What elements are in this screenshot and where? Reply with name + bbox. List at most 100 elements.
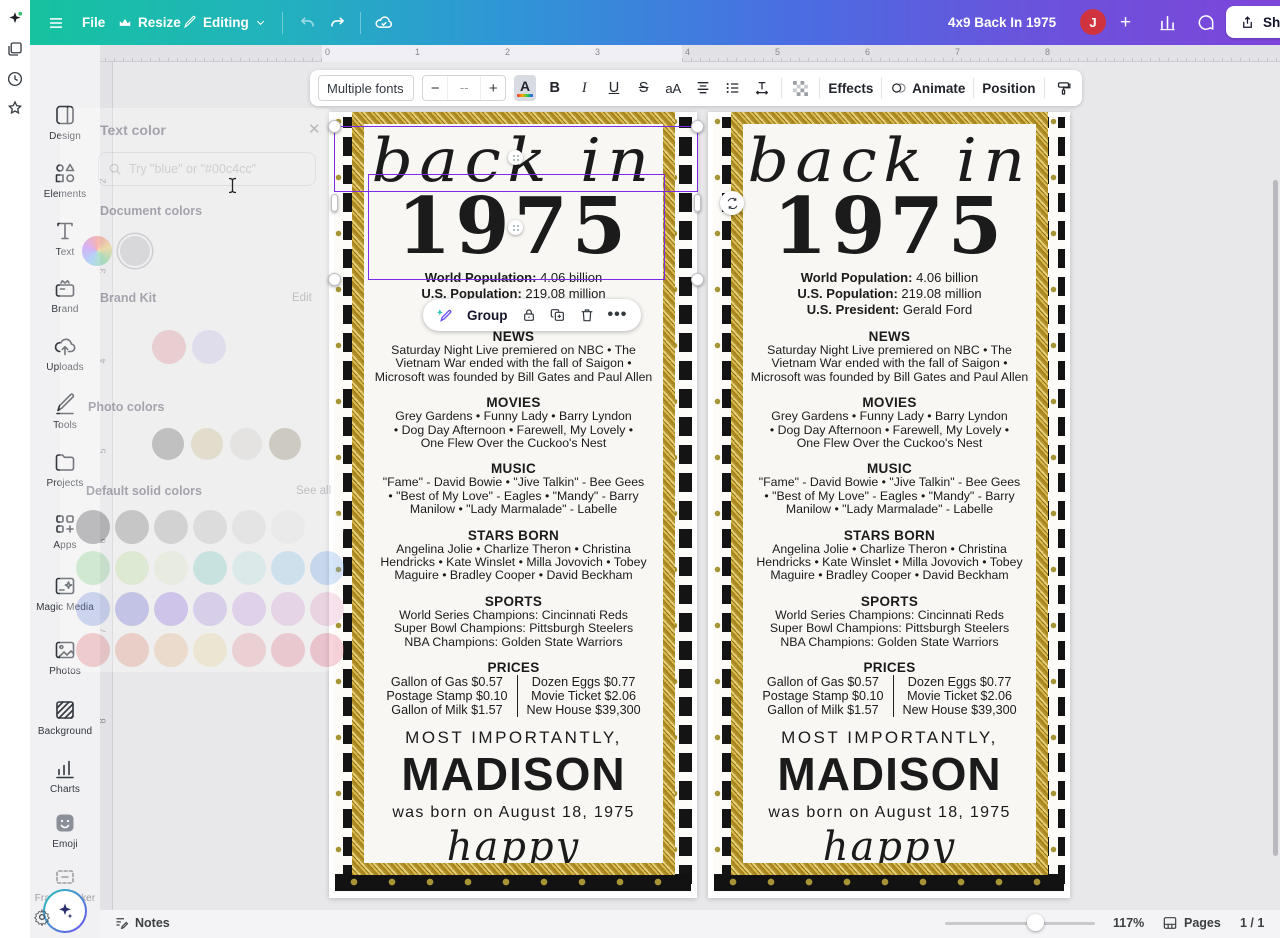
default-color-swatch[interactable]: [76, 592, 110, 626]
font-size-value[interactable]: --: [447, 76, 481, 100]
settings-gear-icon[interactable]: [33, 908, 51, 926]
font-size-decrease-button[interactable]: −: [423, 80, 447, 97]
zoom-level[interactable]: 117%: [1113, 916, 1144, 930]
file-menu[interactable]: File: [82, 15, 105, 30]
default-color-swatch[interactable]: [271, 592, 305, 626]
default-color-swatch[interactable]: [271, 633, 305, 667]
notes-button[interactable]: Notes: [114, 915, 170, 930]
group-button[interactable]: Group: [467, 308, 508, 323]
resize-menu[interactable]: Resize: [118, 15, 181, 30]
templates-icon[interactable]: [6, 40, 24, 58]
insights-button[interactable]: [1158, 13, 1177, 32]
duplicate-icon[interactable]: [550, 307, 566, 323]
transparency-button[interactable]: [790, 75, 812, 101]
recent-clock-icon[interactable]: [6, 70, 24, 88]
selection-handle-top-left[interactable]: [328, 120, 341, 133]
rotate-handle[interactable]: [720, 191, 744, 215]
alignment-button[interactable]: [692, 75, 714, 101]
copy-style-button[interactable]: [1052, 75, 1074, 101]
default-color-swatch[interactable]: [154, 592, 188, 626]
undo-button[interactable]: [298, 13, 317, 32]
editing-mode-dropdown[interactable]: Editing: [182, 15, 266, 30]
poster-page-2[interactable]: back in1975World Population: 4.06 billio…: [708, 112, 1070, 898]
default-color-swatch[interactable]: [154, 551, 188, 585]
default-color-swatch[interactable]: [271, 510, 305, 544]
list-button[interactable]: [722, 75, 744, 101]
default-color-swatch[interactable]: [76, 633, 110, 667]
document-color-swatch[interactable]: [120, 236, 150, 266]
starred-icon[interactable]: [6, 99, 24, 117]
selection-handle-bottom-left[interactable]: [328, 273, 341, 286]
lock-icon[interactable]: [521, 307, 537, 323]
selection-handle-left[interactable]: [331, 194, 338, 212]
default-color-swatch[interactable]: [232, 633, 266, 667]
canva-logo-icon[interactable]: [6, 10, 24, 28]
default-color-swatch[interactable]: [232, 551, 266, 585]
more-options-button[interactable]: •••: [608, 306, 628, 324]
brand-kit-edit-link[interactable]: Edit: [292, 292, 312, 304]
default-color-swatch[interactable]: [76, 510, 110, 544]
italic-button[interactable]: I: [574, 75, 596, 101]
zoom-slider-track[interactable]: [945, 922, 1095, 925]
selection-handle-bottom-right[interactable]: [691, 273, 704, 286]
animate-button[interactable]: Animate: [890, 80, 965, 96]
default-color-swatch[interactable]: [271, 551, 305, 585]
selection-handle-top-right[interactable]: [691, 120, 704, 133]
default-color-swatch[interactable]: [310, 551, 344, 585]
text-color-button[interactable]: A: [514, 75, 536, 101]
delete-icon[interactable]: [579, 307, 595, 323]
default-color-swatch[interactable]: [310, 633, 344, 667]
default-color-swatch[interactable]: [115, 592, 149, 626]
effects-button[interactable]: Effects: [828, 81, 873, 96]
default-color-swatch[interactable]: [193, 551, 227, 585]
brand-color-swatch[interactable]: [192, 330, 226, 364]
default-color-swatch[interactable]: [310, 592, 344, 626]
default-color-swatch[interactable]: [115, 510, 149, 544]
photo-color-swatch[interactable]: [269, 428, 301, 460]
avatar[interactable]: J: [1080, 9, 1106, 35]
bold-button[interactable]: B: [544, 75, 566, 101]
design-title[interactable]: 4x9 Back In 1975: [948, 15, 1056, 30]
photo-color-swatch[interactable]: [191, 428, 223, 460]
text-case-button[interactable]: aA: [662, 75, 684, 101]
poster-content[interactable]: back in1975World Population: 4.06 billio…: [743, 124, 1036, 863]
sidebar-item-emoji[interactable]: Emoji: [30, 811, 100, 850]
font-size-increase-button[interactable]: +: [481, 80, 505, 97]
default-color-swatch[interactable]: [154, 633, 188, 667]
default-color-swatch[interactable]: [232, 510, 266, 544]
text-drag-handle[interactable]: [508, 220, 523, 235]
strikethrough-button[interactable]: S: [633, 75, 655, 101]
pages-button[interactable]: Pages: [1162, 915, 1221, 931]
default-color-swatch[interactable]: [310, 510, 344, 544]
default-color-swatch[interactable]: [115, 551, 149, 585]
photo-color-swatch[interactable]: [230, 428, 262, 460]
color-search-input[interactable]: Try "blue" or "#00c4cc": [98, 152, 316, 186]
brand-color-swatch[interactable]: [152, 330, 186, 364]
underline-button[interactable]: U: [603, 75, 625, 101]
redo-button[interactable]: [328, 13, 347, 32]
default-color-swatch[interactable]: [193, 592, 227, 626]
magic-edit-icon[interactable]: [437, 307, 454, 324]
share-button[interactable]: Share: [1226, 6, 1280, 38]
selection-handle-right[interactable]: [694, 194, 701, 212]
canvas-scrollbar[interactable]: [1273, 180, 1278, 856]
default-color-swatch[interactable]: [232, 592, 266, 626]
invite-member-button[interactable]: +: [1120, 12, 1131, 34]
text-spacing-button[interactable]: [751, 75, 773, 101]
text-drag-handle[interactable]: [508, 150, 523, 165]
font-selector[interactable]: Multiple fonts: [318, 75, 414, 101]
zoom-slider-knob[interactable]: [1027, 914, 1044, 931]
default-color-swatch[interactable]: [115, 633, 149, 667]
add-color-swatch[interactable]: [82, 236, 112, 266]
cloud-save-status[interactable]: [374, 13, 394, 33]
default-color-swatch[interactable]: [193, 633, 227, 667]
default-color-swatch[interactable]: [154, 510, 188, 544]
comments-button[interactable]: [1196, 13, 1216, 33]
default-color-swatch[interactable]: [193, 510, 227, 544]
sidebar-item-charts[interactable]: Charts: [30, 756, 100, 795]
panel-close-button[interactable]: ✕: [308, 120, 321, 138]
see-all-link[interactable]: See all: [296, 485, 331, 497]
photo-color-swatch[interactable]: [152, 428, 184, 460]
sidebar-item-background[interactable]: Background: [30, 698, 100, 737]
hamburger-menu-button[interactable]: [47, 14, 65, 32]
